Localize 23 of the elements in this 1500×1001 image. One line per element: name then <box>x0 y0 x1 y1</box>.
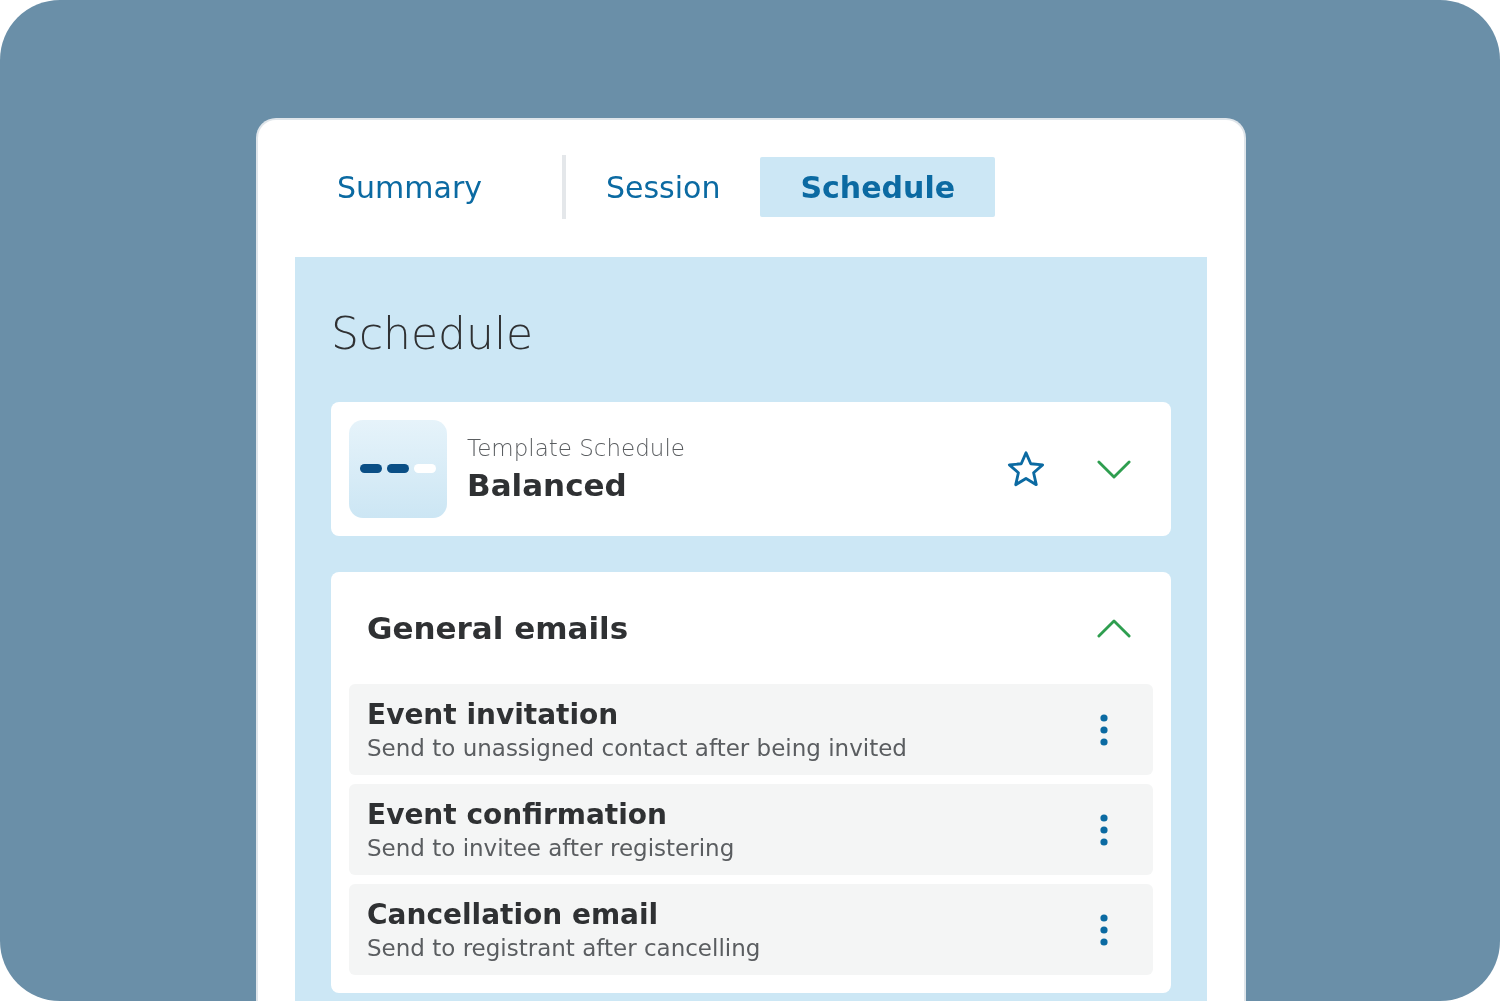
email-row[interactable]: Event invitation Send to unassigned contact after being invited <box>349 684 1153 776</box>
section-title: General emails <box>367 610 629 647</box>
more-options-icon[interactable] <box>1099 812 1109 847</box>
email-title: Event confirmation <box>367 798 668 832</box>
chevron-up-icon[interactable] <box>1097 617 1131 639</box>
chevron-down-icon[interactable] <box>1097 458 1131 480</box>
template-name: Balanced <box>467 467 628 504</box>
template-label: Template Schedule <box>467 435 686 462</box>
email-row[interactable]: Cancellation email Send to registrant after cancelling <box>349 884 1153 976</box>
star-icon[interactable] <box>1007 450 1045 489</box>
tab[interactable]: Session <box>586 157 741 217</box>
schedule-bars-icon <box>349 420 447 519</box>
more-options-icon[interactable] <box>1099 912 1109 947</box>
tab[interactable]: Summary <box>317 157 502 217</box>
panel-title: Schedule <box>331 310 535 359</box>
email-title: Event invitation <box>367 698 620 732</box>
email-description: Send to unassigned contact after being invited <box>367 735 908 762</box>
email-description: Send to registrant after cancelling <box>367 935 762 962</box>
more-options-icon[interactable] <box>1099 712 1109 747</box>
email-title: Cancellation email <box>367 898 660 932</box>
email-row[interactable]: Event confirmation Send to invitee after registering <box>349 784 1153 876</box>
email-description: Send to invitee after registering <box>367 835 736 862</box>
tab[interactable]: Schedule <box>760 157 995 217</box>
